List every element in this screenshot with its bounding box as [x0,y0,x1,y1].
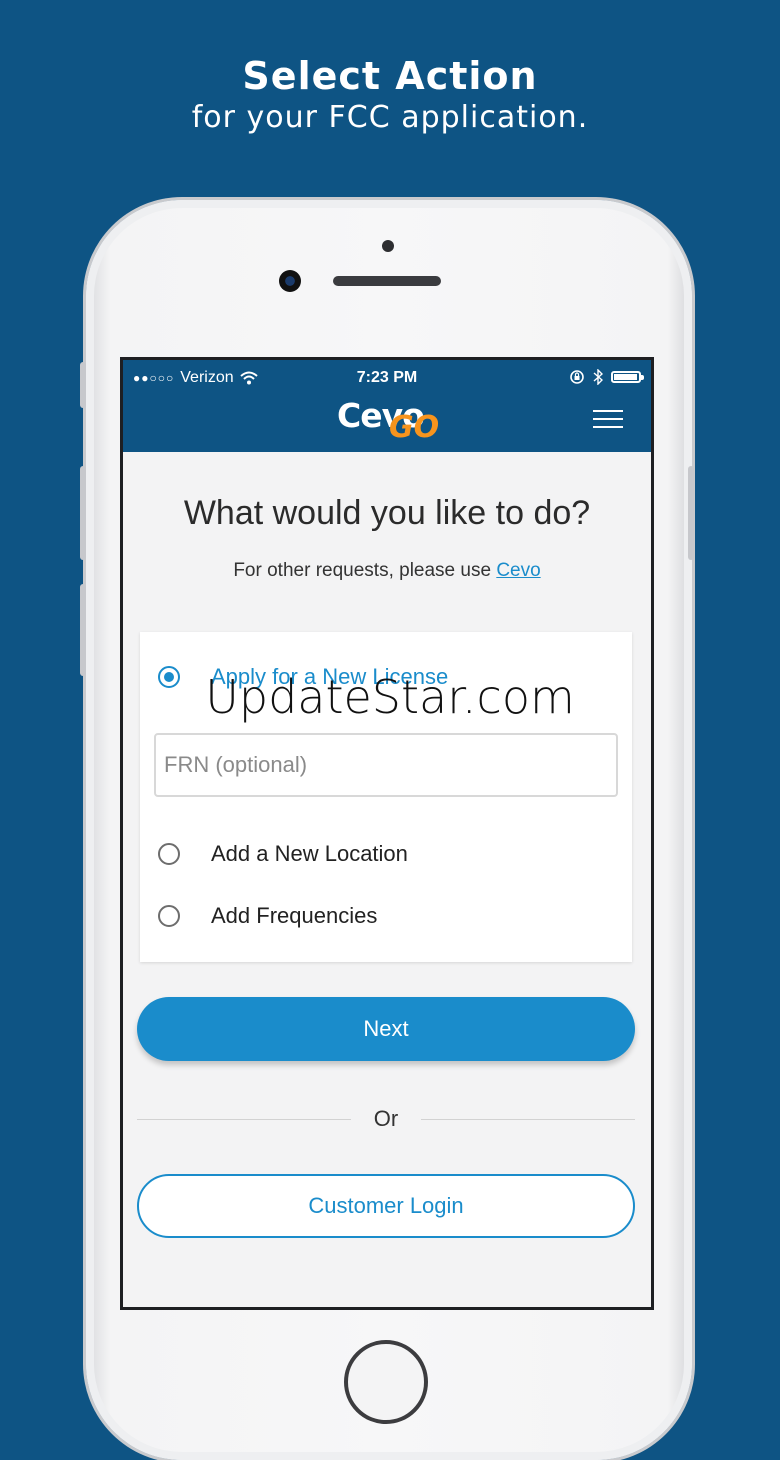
option-label: Add Frequencies [211,903,378,928]
promo-title: Select Action [242,54,538,98]
customer-login-button[interactable]: Customer Login [137,1174,635,1238]
next-button[interactable]: Next [137,997,635,1061]
front-camera [279,270,301,292]
volume-down-button [80,584,86,676]
proximity-sensor [382,240,394,252]
app-header: ●●○○○ Verizon 7:23 PM Cevo GO [123,360,651,452]
option-label: Add a New Location [211,841,408,866]
cevogo-logo: Cevo GO [337,396,447,446]
promo-headline: Select Action for your FCC application. [0,52,780,136]
status-bar: ●●○○○ Verizon 7:23 PM [123,366,651,390]
radio-unselected-icon[interactable] [158,843,180,865]
hamburger-menu-icon[interactable] [593,410,623,430]
hint-text: For other requests, please use [233,560,492,581]
phone-screen: ●●○○○ Verizon 7:23 PM Cevo GO What would… [120,357,654,1310]
other-requests-hint: For other requests, please use Cevo [123,560,651,582]
promo-subtitle: for your FCC application. [191,100,589,135]
watermark-text: UpdateStar.com [205,670,575,724]
battery-icon [611,371,644,383]
option-add-frequencies[interactable]: Add Frequencies [158,901,377,931]
radio-unselected-icon[interactable] [158,905,180,927]
page-title: What would you like to do? [183,494,591,532]
frn-input[interactable] [154,733,618,797]
bluetooth-icon [593,369,603,385]
cevo-link[interactable]: Cevo [496,560,540,581]
power-button [688,466,694,560]
or-divider: Or [137,1106,635,1136]
mute-switch [80,362,86,408]
home-button [344,1340,428,1424]
option-add-new-location[interactable]: Add a New Location [158,839,408,869]
rotation-lock-icon [570,370,584,384]
logo-go-text: GO [389,410,440,445]
volume-up-button [80,466,86,560]
or-text: Or [373,1106,399,1131]
earpiece-speaker [333,276,441,286]
